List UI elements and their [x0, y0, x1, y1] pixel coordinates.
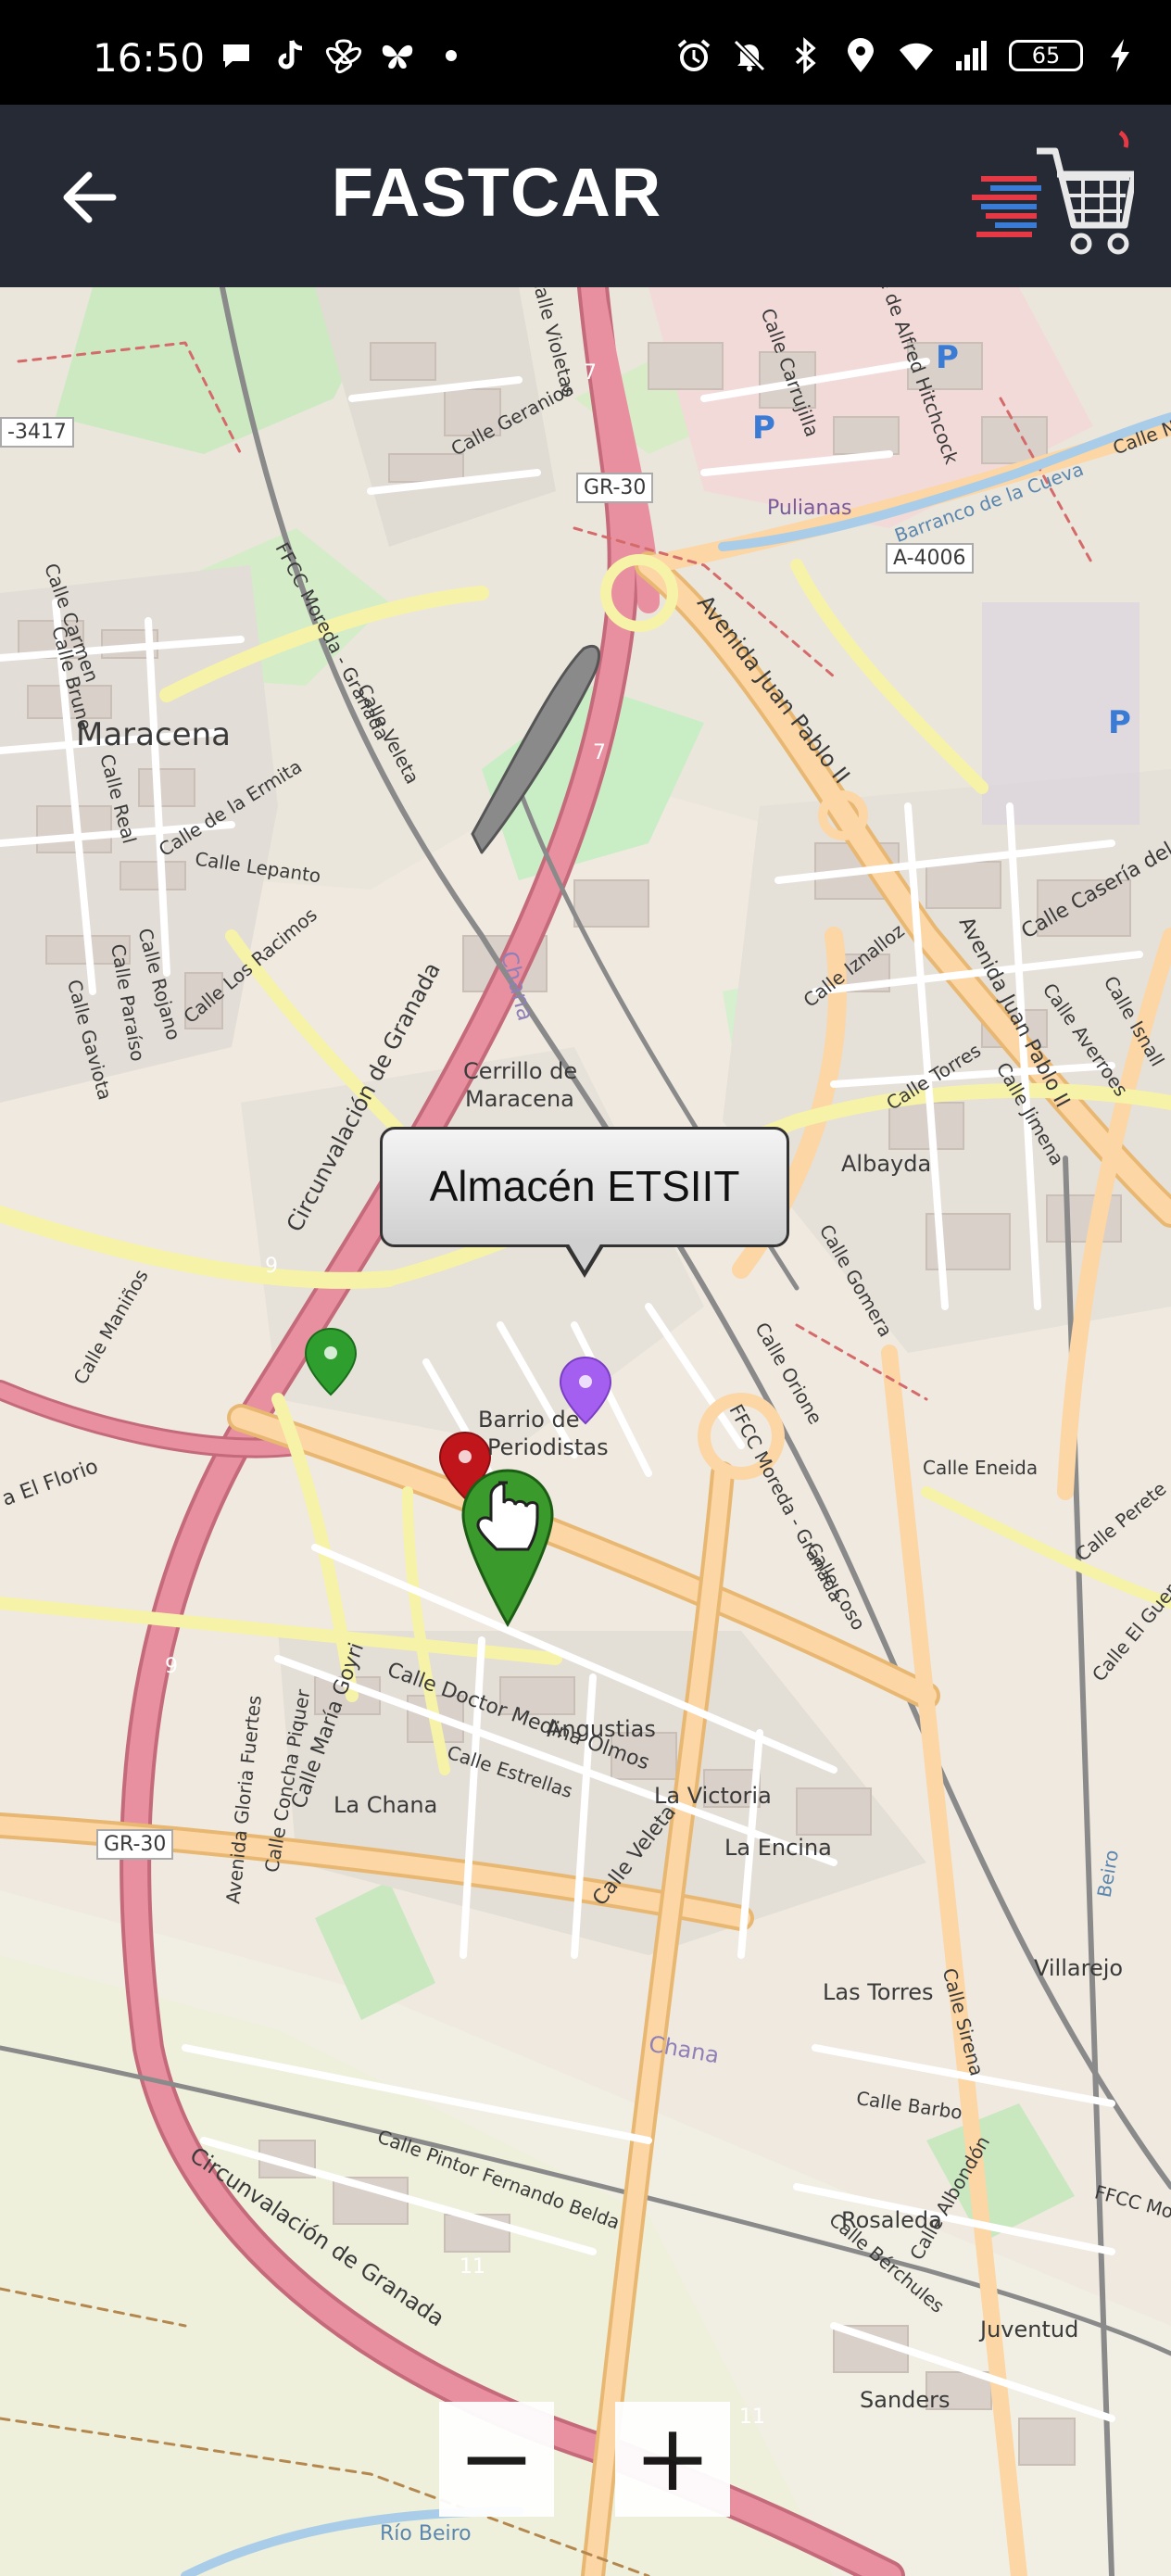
map-label-num11b: 11 — [739, 2406, 765, 2429]
map-label-num9b: 9 — [165, 1655, 178, 1678]
parking-icon: P — [936, 339, 959, 376]
marker-info-popup[interactable]: Almacén ETSIIT — [380, 1127, 789, 1278]
map-label-num7b: 7 — [593, 741, 606, 764]
map-label-juventud: Juventud — [980, 2317, 1079, 2342]
shopping-cart-logo-icon[interactable] — [972, 123, 1134, 271]
pinwheel-icon — [326, 39, 361, 73]
charging-icon — [1111, 39, 1129, 72]
wifi-icon — [900, 43, 933, 70]
map-label-albayda: Albayda — [841, 1151, 932, 1177]
dot-icon — [446, 50, 457, 61]
map-label-rio-beiro: Río Beiro — [380, 2522, 472, 2545]
map-label-gr30-bottom: GR-30 — [96, 1829, 174, 1860]
map-label-pulianas: Pulianas — [767, 497, 852, 520]
chat-bubble-icon — [223, 44, 249, 68]
parking-icon: P — [1108, 704, 1131, 741]
map-label-barrio: Barrio de — [478, 1407, 580, 1433]
tiktok-icon — [278, 40, 303, 69]
battery-icon: 65 — [1009, 40, 1083, 71]
zoom-in-button[interactable]: + — [615, 2402, 730, 2517]
map-label-la-encina: La Encina — [724, 1835, 832, 1861]
app-title: FASTCAR — [331, 154, 662, 231]
minus-icon: − — [458, 2404, 535, 2512]
map-label-calle-eneida: Calle Eneida — [923, 1457, 1039, 1479]
plus-icon: + — [634, 2404, 711, 2512]
map-label-villarejo: Villarejo — [1034, 1955, 1124, 1981]
map-label-la-victoria: La Victoria — [654, 1783, 772, 1809]
zoom-out-button[interactable]: − — [439, 2402, 554, 2517]
status-bar: 16:50 65 — [0, 0, 1171, 105]
location-icon — [848, 38, 874, 72]
map-label-cerrillo: Cerrillo de — [463, 1058, 578, 1084]
map-label-maracena: Maracena — [76, 716, 231, 753]
map-label-gr30-top: GR-30 — [576, 473, 654, 503]
map-view[interactable]: Maracena Cerrillo de Maracena Albayda Ba… — [0, 287, 1171, 2576]
alarm-icon — [677, 39, 711, 71]
popup-title: Almacén ETSIIT — [429, 1162, 740, 1210]
map-label-periodistas: Periodistas — [487, 1434, 609, 1460]
status-left-icons — [218, 37, 470, 74]
map-label-a4006: A-4006 — [886, 543, 974, 574]
map-label-num9a: 9 — [265, 1255, 278, 1278]
map-label-a3417: -3417 — [0, 417, 74, 448]
map-label-las-torres: Las Torres — [823, 1979, 934, 2005]
map-label-maracena-2: Maracena — [465, 1086, 574, 1112]
signal-icon — [956, 41, 987, 70]
map-label-num11a: 11 — [460, 2255, 485, 2279]
map-canvas[interactable] — [0, 287, 1171, 2576]
map-label-num7a: 7 — [584, 361, 597, 385]
bluetooth-icon — [795, 37, 816, 74]
status-right-icons: 65 — [675, 37, 1139, 74]
map-label-sanders: Sanders — [860, 2387, 951, 2413]
bell-off-icon — [733, 39, 766, 72]
status-time: 16:50 — [93, 35, 206, 81]
app-bar: FASTCAR — [0, 105, 1171, 287]
butterfly-icon — [382, 44, 413, 69]
parking-icon: P — [752, 410, 775, 447]
popup-tail-fill — [568, 1243, 601, 1270]
map-label-la-chana: La Chana — [334, 1792, 438, 1818]
